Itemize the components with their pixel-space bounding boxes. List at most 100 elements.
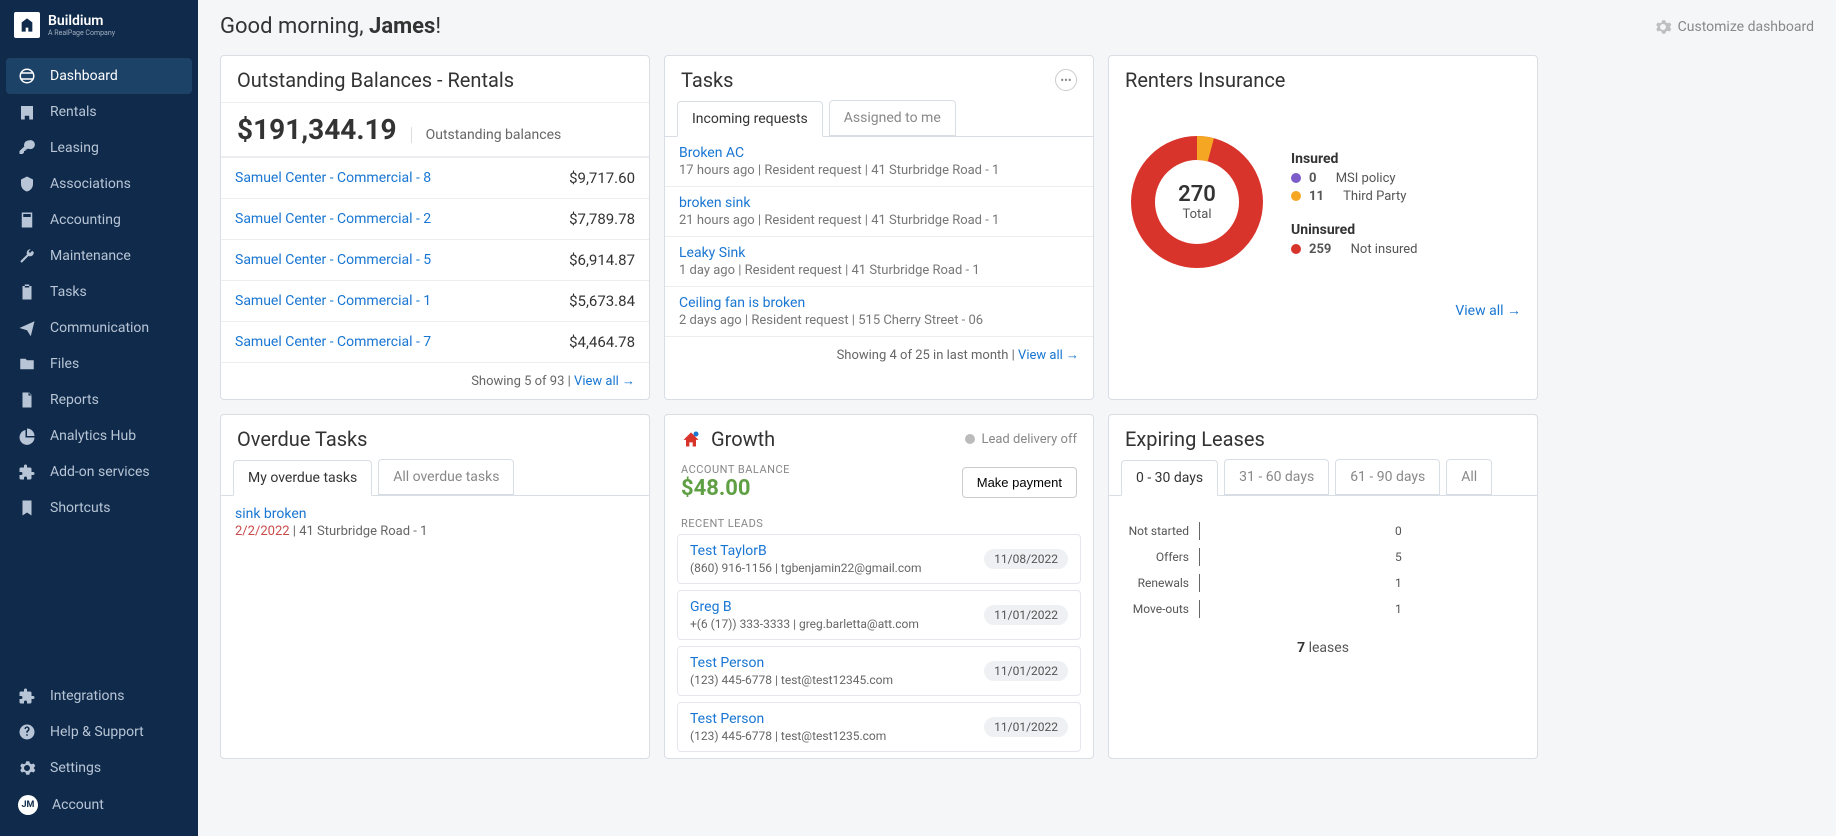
tasks-card: Tasks ••• Incoming requestsAssigned to m… (664, 55, 1094, 400)
card-title: Renters Insurance (1109, 56, 1537, 102)
chart-bar-row: Not started 0 (1127, 522, 1519, 540)
tab-assigned-to-me[interactable]: Assigned to me (829, 100, 956, 136)
lead-name-link[interactable]: Greg B (690, 599, 919, 615)
sidebar-item-rentals[interactable]: Rentals (0, 94, 198, 130)
lead-contact: (123) 445-6778 | test@test1235.com (690, 729, 886, 743)
task-meta: 21 hours ago | Resident request | 41 Stu… (679, 213, 1079, 228)
bar-value: 1 (1389, 602, 1402, 616)
task-row: Leaky Sink 1 day ago | Resident request |… (665, 237, 1093, 287)
sidebar-item-settings[interactable]: Settings (0, 750, 198, 786)
expiring-leases-chart: Not started0Offers5Renewals1Move-outs1 (1109, 496, 1537, 634)
clipboard-icon (18, 283, 36, 301)
sidebar-item-reports[interactable]: Reports (0, 382, 198, 418)
bar-label: Renewals (1127, 576, 1189, 590)
tab--days[interactable]: 31 - 60 days (1224, 459, 1329, 495)
lead-row: Test Person (123) 445-6778 | test@test123… (677, 702, 1081, 752)
sidebar-item-analytics-hub[interactable]: Analytics Hub (0, 418, 198, 454)
tasks-view-all-link[interactable]: View all → (1018, 348, 1079, 363)
tab--days[interactable]: 61 - 90 days (1335, 459, 1440, 495)
sidebar-item-leasing[interactable]: Leasing (0, 130, 198, 166)
lead-name-link[interactable]: Test Person (690, 711, 886, 727)
wrench-icon (18, 247, 36, 265)
bar-label: Not started (1127, 524, 1189, 538)
sidebar-item-help-support[interactable]: Help & Support (0, 714, 198, 750)
balance-amount: $7,789.78 (569, 210, 635, 228)
make-payment-button[interactable]: Make payment (962, 467, 1077, 498)
sidebar-item-accounting[interactable]: Accounting (0, 202, 198, 238)
overdue-date: 2/2/2022 (235, 524, 290, 539)
sidebar-item-maintenance[interactable]: Maintenance (0, 238, 198, 274)
outstanding-balances-card: Outstanding Balances - Rentals $191,344.… (220, 55, 650, 400)
growth-icon (681, 429, 701, 449)
sidebar-item-label: Analytics Hub (50, 428, 136, 444)
tab-all-overdue-tasks[interactable]: All overdue tasks (378, 459, 514, 495)
tab-my-overdue-tasks[interactable]: My overdue tasks (233, 460, 372, 496)
shield-home-icon (18, 175, 36, 193)
lead-contact: +(6 (17)) 333-3333 | greg.barletta@att.c… (690, 617, 919, 631)
tab--days[interactable]: 0 - 30 days (1121, 460, 1218, 496)
sidebar-item-label: Integrations (50, 688, 124, 704)
card-title: Overdue Tasks (221, 415, 649, 461)
sidebar-item-account[interactable]: JMAccount (0, 786, 198, 824)
sidebar-item-label: Files (50, 356, 79, 372)
account-balance: $48.00 (681, 476, 790, 501)
bar-value: 0 (1389, 524, 1402, 538)
expiring-leases-card: Expiring Leases 0 - 30 days31 - 60 days6… (1108, 414, 1538, 759)
task-link[interactable]: Leaky Sink (679, 245, 745, 261)
card-title: Expiring Leases (1109, 415, 1537, 461)
balance-property-link[interactable]: Samuel Center - Commercial - 5 (235, 252, 431, 268)
chart-bar-row: Offers 5 (1127, 548, 1519, 566)
balance-row: Samuel Center - Commercial - 1$5,673.84 (221, 281, 649, 322)
bookmark-icon (18, 499, 36, 517)
sidebar-item-dashboard[interactable]: Dashboard (6, 58, 192, 94)
balance-property-link[interactable]: Samuel Center - Commercial - 8 (235, 170, 431, 186)
gear-icon (18, 759, 36, 777)
lead-date-badge: 11/01/2022 (984, 661, 1068, 681)
sidebar-item-label: Reports (50, 392, 99, 408)
bar-value: 5 (1389, 550, 1402, 564)
task-meta: 1 day ago | Resident request | 41 Sturbr… (679, 263, 1079, 278)
lead-name-link[interactable]: Test Person (690, 655, 893, 671)
sidebar-item-label: Accounting (50, 212, 121, 228)
task-link[interactable]: Broken AC (679, 145, 744, 161)
tab-all[interactable]: All (1446, 459, 1492, 495)
brand-logo: Buildium A RealPage Company (0, 0, 198, 50)
sidebar-item-label: Add-on services (50, 464, 150, 480)
sidebar-item-shortcuts[interactable]: Shortcuts (0, 490, 198, 526)
sidebar-item-communication[interactable]: Communication (0, 310, 198, 346)
task-meta: 17 hours ago | Resident request | 41 Stu… (679, 163, 1079, 178)
sidebar-item-files[interactable]: Files (0, 346, 198, 382)
tasks-more-icon[interactable]: ••• (1055, 69, 1077, 91)
brand-tagline: A RealPage Company (48, 29, 115, 37)
sidebar-item-label: Leasing (50, 140, 99, 156)
sidebar-item-label: Tasks (50, 284, 87, 300)
overdue-task-link[interactable]: sink broken (235, 506, 307, 522)
balances-view-all-link[interactable]: View all → (574, 374, 635, 389)
tab-incoming-requests[interactable]: Incoming requests (677, 101, 823, 137)
task-link[interactable]: Ceiling fan is broken (679, 295, 805, 311)
help-icon (18, 723, 36, 741)
overdue-row: sink broken2/2/2022 | 41 Sturbridge Road… (221, 496, 649, 549)
chart-bar-row: Move-outs1 (1127, 600, 1519, 618)
sidebar-item-label: Associations (50, 176, 131, 192)
task-link[interactable]: broken sink (679, 195, 751, 211)
growth-card: Growth Lead delivery off ACCOUNT BALANCE… (664, 414, 1094, 759)
bar-label: Offers (1127, 550, 1189, 564)
sidebar-item-tasks[interactable]: Tasks (0, 274, 198, 310)
balance-property-link[interactable]: Samuel Center - Commercial - 7 (235, 334, 431, 350)
sidebar-item-integrations[interactable]: Integrations (0, 678, 198, 714)
sidebar-item-add-on-services[interactable]: Add-on services (0, 454, 198, 490)
customize-dashboard-button[interactable]: Customize dashboard (1654, 18, 1814, 36)
balance-amount: $6,914.87 (569, 251, 635, 269)
insurance-view-all-link[interactable]: View all → (1455, 303, 1521, 319)
balance-property-link[interactable]: Samuel Center - Commercial - 2 (235, 211, 431, 227)
bar-value: 1 (1389, 576, 1402, 590)
task-row: Ceiling fan is broken2 days ago | Reside… (665, 287, 1093, 337)
calculator-icon (18, 211, 36, 229)
sidebar-item-associations[interactable]: Associations (0, 166, 198, 202)
main-content: Good morning, James! Customize dashboard… (198, 0, 1836, 836)
document-icon (18, 391, 36, 409)
balance-property-link[interactable]: Samuel Center - Commercial - 1 (235, 293, 431, 309)
lead-name-link[interactable]: Test TaylorB (690, 543, 921, 559)
paper-plane-icon (18, 319, 36, 337)
